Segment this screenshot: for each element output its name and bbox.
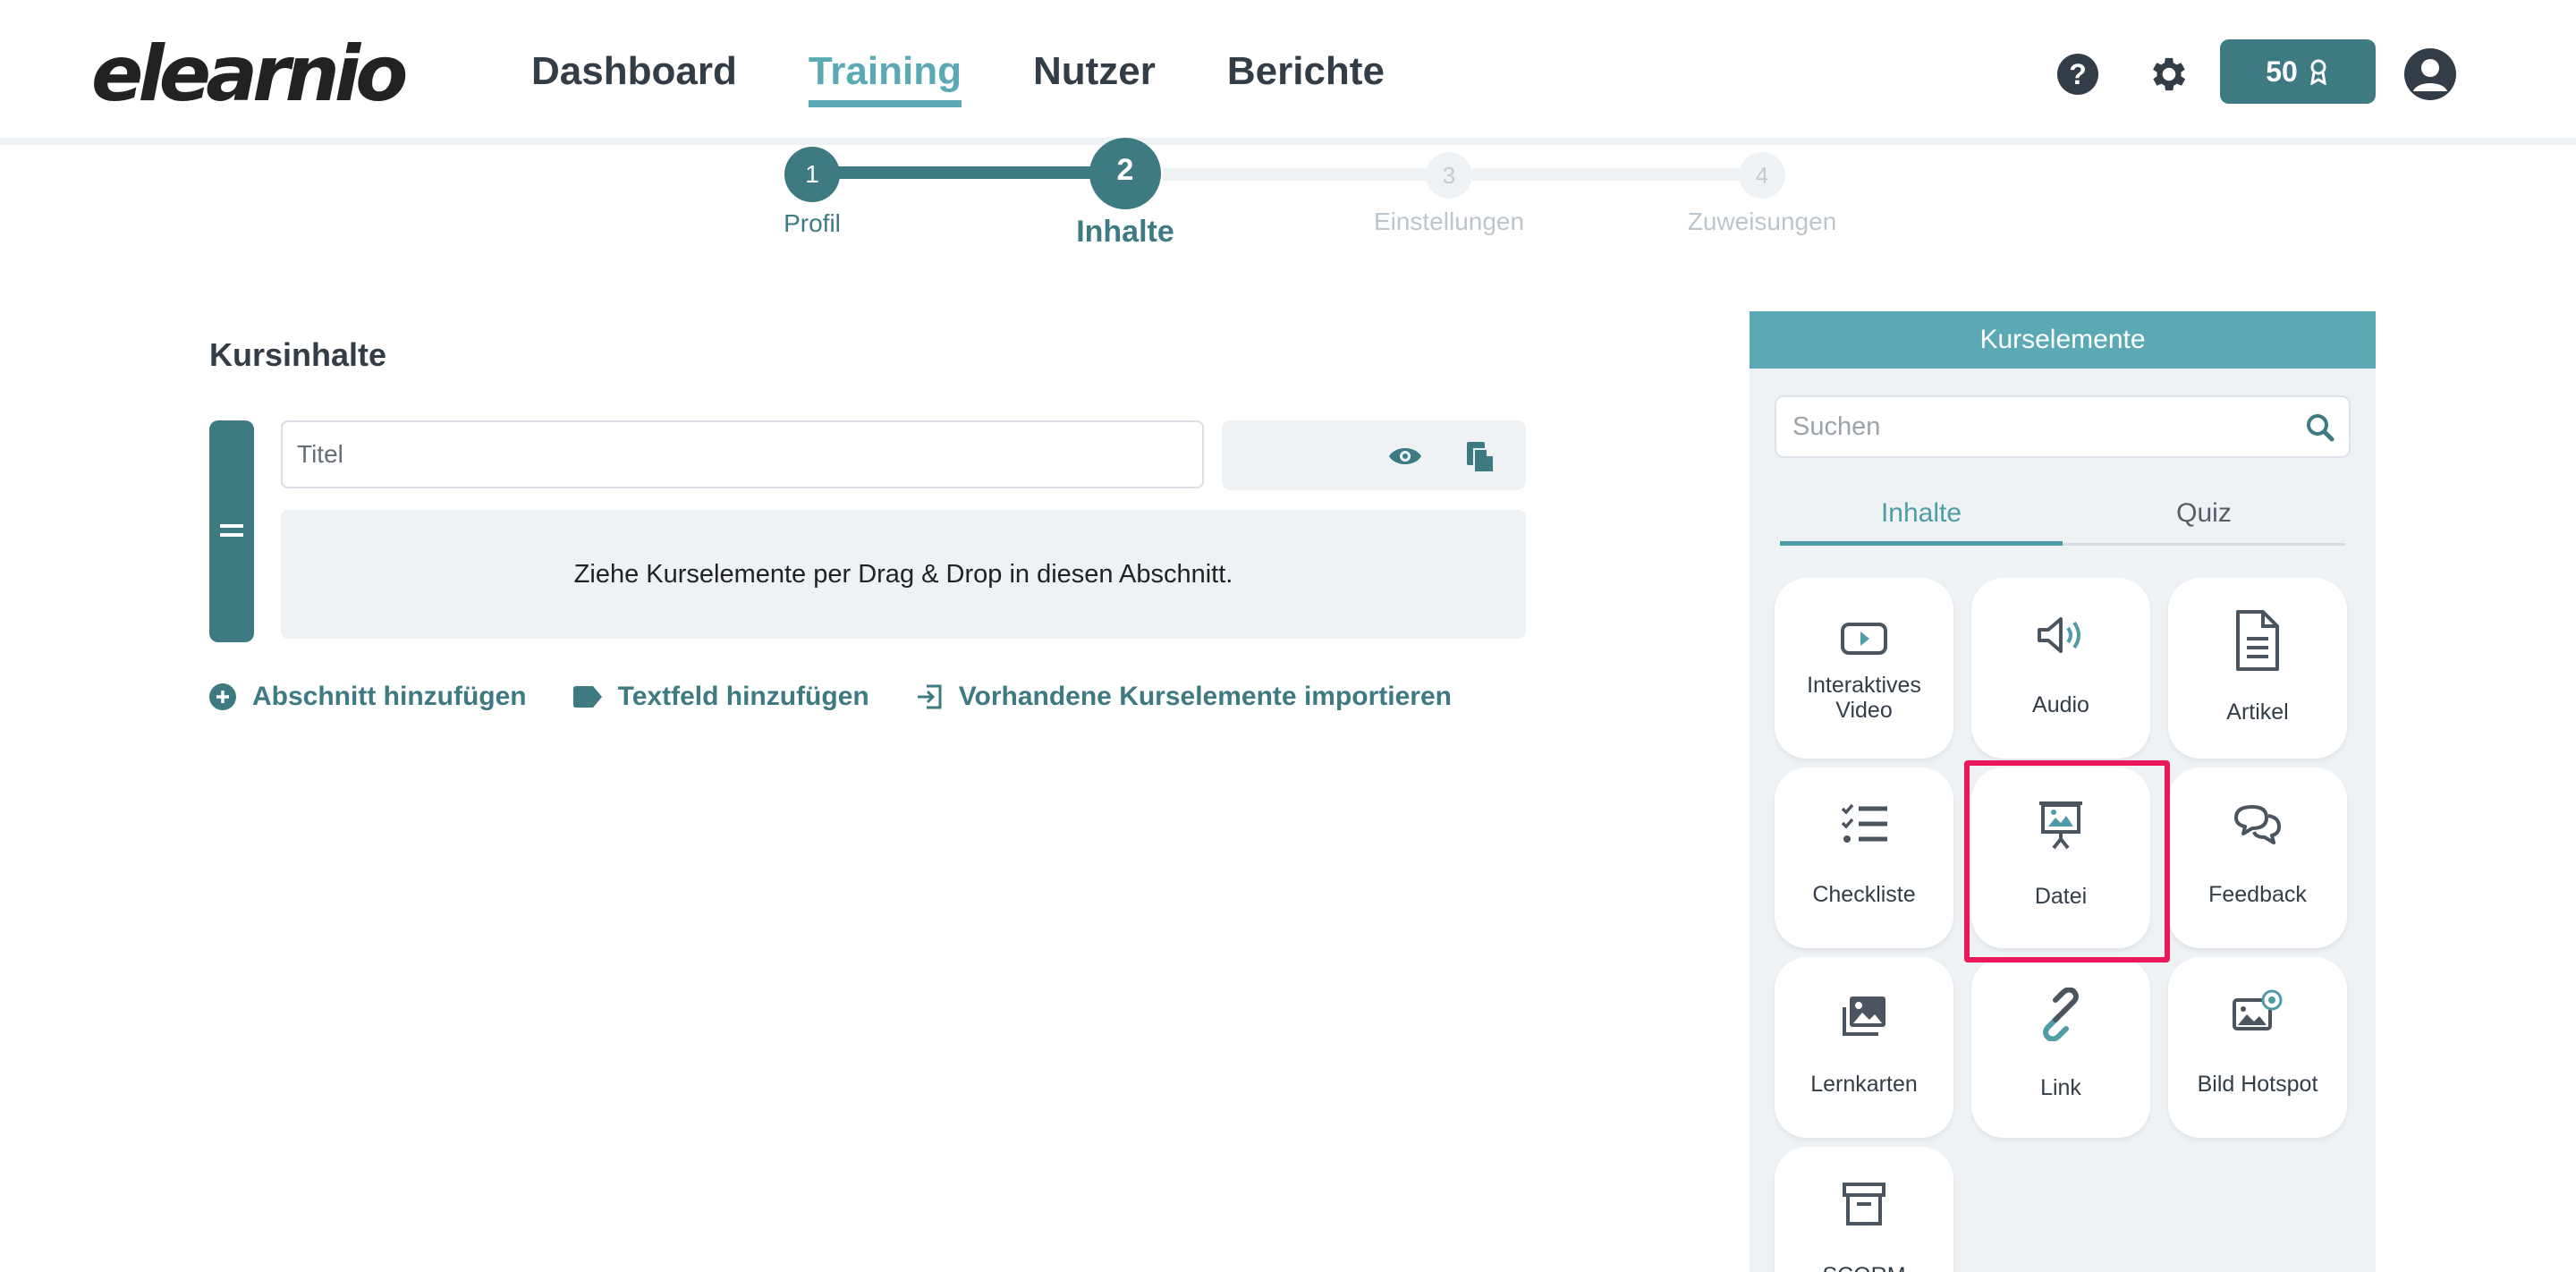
section-drag-handle[interactable] bbox=[209, 420, 254, 642]
import-icon bbox=[917, 684, 942, 709]
step-1-circle[interactable]: 1 bbox=[784, 147, 840, 202]
add-section-button[interactable]: Abschnitt hinzufügen bbox=[209, 682, 527, 712]
step-4-label[interactable]: Zuweisungen bbox=[1628, 208, 1896, 236]
nav-item-training[interactable]: Training bbox=[808, 47, 962, 107]
page-title: Kursinhalte bbox=[209, 336, 387, 373]
step-connector-2 bbox=[1163, 168, 1449, 181]
element-tile-file[interactable]: Datei bbox=[1971, 767, 2150, 948]
step-3-label[interactable]: Einstellungen bbox=[1315, 208, 1583, 236]
element-tile-audio[interactable]: Audio bbox=[1971, 578, 2150, 759]
element-label: Interaktives Video bbox=[1807, 673, 1921, 723]
element-tile-flashcards[interactable]: Lernkarten bbox=[1775, 957, 1953, 1138]
image-stack-icon bbox=[1843, 996, 1885, 1036]
plus-circle-icon bbox=[209, 683, 236, 710]
import-elements-label: Vorhandene Kurselemente importieren bbox=[958, 682, 1452, 711]
link-icon bbox=[2043, 988, 2079, 1041]
element-tile-image-hotspot[interactable]: Bild Hotspot bbox=[2168, 957, 2347, 1138]
archive-box-icon bbox=[1843, 1183, 1885, 1225]
dropzone-text: Ziehe Kurselemente per Drag & Drop in di… bbox=[573, 559, 1233, 589]
credits-count: 50 bbox=[2266, 55, 2298, 88]
element-label: SCORM bbox=[1780, 1263, 1948, 1272]
element-label: Bild Hotspot bbox=[2197, 1072, 2318, 1097]
element-tile-article[interactable]: Artikel bbox=[2168, 578, 2347, 759]
top-navigation-bar: elearnio Dashboard Training Nutzer Beric… bbox=[0, 0, 2576, 145]
document-icon bbox=[2236, 610, 2279, 671]
step-4-circle[interactable]: 4 bbox=[1739, 152, 1785, 199]
tab-inhalte[interactable]: Inhalte bbox=[1780, 487, 2063, 546]
chat-bubbles-icon bbox=[2234, 805, 2281, 844]
add-section-label: Abschnitt hinzufügen bbox=[252, 682, 527, 711]
user-circle-icon[interactable] bbox=[2402, 47, 2458, 102]
checklist-icon bbox=[1841, 803, 1887, 843]
video-play-icon bbox=[1841, 623, 1887, 655]
element-label: Checkliste bbox=[1812, 882, 1916, 907]
drag-bars-icon bbox=[220, 524, 243, 537]
element-label: Datei bbox=[2034, 884, 2088, 909]
award-icon bbox=[2309, 59, 2326, 85]
step-3-circle[interactable]: 3 bbox=[1426, 152, 1472, 199]
presentation-icon bbox=[2039, 801, 2082, 850]
question-circle-icon[interactable]: ? bbox=[2057, 54, 2098, 95]
element-label: Audio bbox=[2032, 692, 2089, 717]
copy-icon[interactable] bbox=[1465, 440, 1496, 474]
section-title-input[interactable] bbox=[281, 420, 1204, 488]
speaker-icon bbox=[2038, 617, 2080, 653]
nav-item-dashboard[interactable]: Dashboard bbox=[531, 47, 737, 97]
search-input[interactable] bbox=[1792, 397, 2293, 456]
import-elements-button[interactable]: Vorhandene Kurselemente importieren bbox=[916, 682, 1452, 712]
element-label: Lernkarten bbox=[1810, 1072, 1918, 1097]
step-connector-3 bbox=[1472, 168, 1764, 181]
step-2-label[interactable]: Inhalte bbox=[991, 215, 1259, 250]
element-tile-link[interactable]: Link bbox=[1971, 957, 2150, 1138]
panel-tabs: Inhalte Quiz bbox=[1780, 487, 2345, 546]
progress-stepper: 1 Profil 2 Inhalte 3 Einstellungen 4 Zuw… bbox=[0, 138, 2576, 261]
section-dropzone[interactable]: Ziehe Kurselemente per Drag & Drop in di… bbox=[281, 510, 1526, 639]
tag-icon bbox=[572, 686, 602, 708]
step-2-circle[interactable]: 2 bbox=[1089, 138, 1161, 209]
element-label: Feedback bbox=[2208, 882, 2307, 907]
search-icon[interactable] bbox=[2306, 413, 2334, 442]
tab-quiz[interactable]: Quiz bbox=[2063, 487, 2345, 543]
nav-item-berichte[interactable]: Berichte bbox=[1227, 47, 1385, 97]
eye-icon[interactable] bbox=[1388, 444, 1422, 469]
element-tile-interactive-video[interactable]: Interaktives Video bbox=[1775, 578, 1953, 759]
search-box bbox=[1775, 395, 2351, 458]
element-tile-feedback[interactable]: Feedback bbox=[2168, 767, 2347, 948]
panel-header: Kurselemente bbox=[1750, 311, 2376, 369]
main-nav: Dashboard Training Nutzer Berichte bbox=[531, 47, 1456, 107]
gear-icon[interactable] bbox=[2147, 52, 2191, 97]
element-label: Link bbox=[2040, 1075, 2081, 1100]
element-tile-checklist[interactable]: Checkliste bbox=[1775, 767, 1953, 948]
add-textfield-button[interactable]: Textfeld hinzufügen bbox=[572, 682, 869, 712]
element-label: Artikel bbox=[2226, 700, 2289, 725]
add-textfield-label: Textfeld hinzufügen bbox=[617, 682, 869, 711]
element-tile-scorm[interactable]: SCORM bbox=[1775, 1147, 1953, 1272]
course-elements-panel: Kurselemente Inhalte Quiz Interaktives V… bbox=[1750, 311, 2376, 1272]
image-hotspot-icon bbox=[2233, 989, 2283, 1030]
credits-button[interactable]: 50 bbox=[2220, 39, 2376, 104]
section-actions: Abschnitt hinzufügen Textfeld hinzufügen… bbox=[209, 682, 1498, 712]
step-1-label[interactable]: Profil bbox=[678, 209, 946, 238]
nav-item-nutzer[interactable]: Nutzer bbox=[1033, 47, 1156, 97]
section-toolbar bbox=[1222, 420, 1526, 490]
elearnio-logo[interactable]: elearnio bbox=[91, 34, 408, 114]
